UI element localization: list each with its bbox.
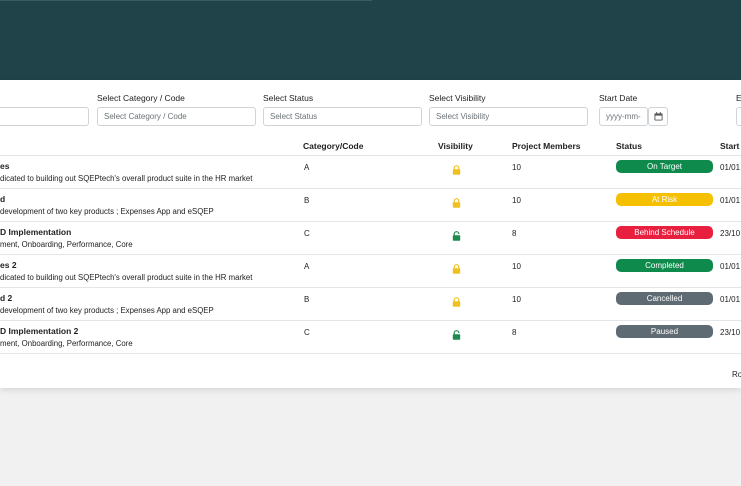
header-start[interactable]: Start — [720, 141, 739, 151]
start-date-label: Start Date — [599, 93, 638, 103]
header-status[interactable]: Status — [616, 141, 642, 151]
table-row[interactable]: D Implementation 2 ment, Onboarding, Per… — [0, 320, 741, 353]
row-divider — [0, 353, 741, 354]
project-start-date: 01/01 — [720, 262, 741, 271]
project-start-date: 01/01 — [720, 196, 741, 205]
project-description: ment, Onboarding, Performance, Core — [0, 240, 133, 249]
project-category: A — [304, 163, 310, 172]
lock-icon — [452, 294, 461, 307]
table-row[interactable]: es dicated to building out SQEPtech's ov… — [0, 155, 741, 188]
project-members: 8 — [512, 328, 517, 337]
project-start-date: 01/01 — [720, 295, 741, 304]
project-start-date: 01/01 — [720, 163, 741, 172]
project-category: A — [304, 262, 310, 271]
status-filter-label: Select Status — [263, 93, 314, 103]
project-members: 10 — [512, 262, 521, 271]
project-start-date: 23/10 — [720, 328, 741, 337]
visibility-filter-select[interactable]: Select Visibility — [429, 107, 588, 126]
header-members[interactable]: Project Members — [512, 141, 581, 151]
unlock-icon — [452, 228, 461, 241]
calendar-icon — [653, 112, 663, 121]
project-members: 8 — [512, 229, 517, 238]
category-filter-label: Select Category / Code — [97, 93, 185, 103]
status-badge: Behind Schedule — [616, 226, 713, 239]
project-name[interactable]: D Implementation — [0, 227, 71, 237]
project-description: development of two key products ; Expens… — [0, 207, 214, 216]
project-category: B — [304, 196, 310, 205]
project-name[interactable]: D Implementation 2 — [0, 326, 78, 336]
search-input[interactable] — [0, 107, 89, 126]
project-name[interactable]: d 2 — [0, 293, 12, 303]
project-category: B — [304, 295, 310, 304]
banner-edge — [0, 0, 372, 1]
project-category: C — [304, 229, 310, 238]
status-badge: On Target — [616, 160, 713, 173]
project-members: 10 — [512, 163, 521, 172]
project-description: ment, Onboarding, Performance, Core — [0, 339, 133, 348]
end-date-input[interactable] — [736, 107, 741, 126]
project-description: dicated to building out SQEPtech's overa… — [0, 174, 253, 183]
project-name[interactable]: d — [0, 194, 5, 204]
status-badge: At Risk — [616, 193, 713, 206]
lock-icon — [452, 162, 461, 175]
table-row[interactable]: D Implementation ment, Onboarding, Perfo… — [0, 221, 741, 254]
end-date-label: E — [736, 93, 741, 103]
lock-icon — [452, 261, 461, 274]
header-visibility[interactable]: Visibility — [438, 141, 473, 151]
status-filter-select[interactable]: Select Status — [263, 107, 422, 126]
unlock-icon — [452, 327, 461, 340]
top-banner — [0, 0, 741, 80]
calendar-button[interactable] — [648, 107, 668, 126]
status-badge: Cancelled — [616, 292, 713, 305]
project-start-date: 23/10 — [720, 229, 741, 238]
lock-icon — [452, 195, 461, 208]
header-category[interactable]: Category/Code — [303, 141, 363, 151]
project-members: 10 — [512, 295, 521, 304]
category-filter-select[interactable]: Select Category / Code — [97, 107, 256, 126]
project-category: C — [304, 328, 310, 337]
project-name[interactable]: es 2 — [0, 260, 17, 270]
table-row[interactable]: es 2 dicated to building out SQEPtech's … — [0, 254, 741, 287]
rows-per-page-label: Ro — [732, 370, 741, 379]
status-badge: Completed — [616, 259, 713, 272]
start-date-input[interactable]: yyyy-mm- — [599, 107, 648, 126]
project-members: 10 — [512, 196, 521, 205]
project-name[interactable]: es — [0, 161, 9, 171]
project-description: development of two key products ; Expens… — [0, 306, 214, 315]
table-row[interactable]: d development of two key products ; Expe… — [0, 188, 741, 221]
table-row[interactable]: d 2 development of two key products ; Ex… — [0, 287, 741, 320]
status-badge: Paused — [616, 325, 713, 338]
project-description: dicated to building out SQEPtech's overa… — [0, 273, 253, 282]
visibility-filter-label: Select Visibility — [429, 93, 486, 103]
